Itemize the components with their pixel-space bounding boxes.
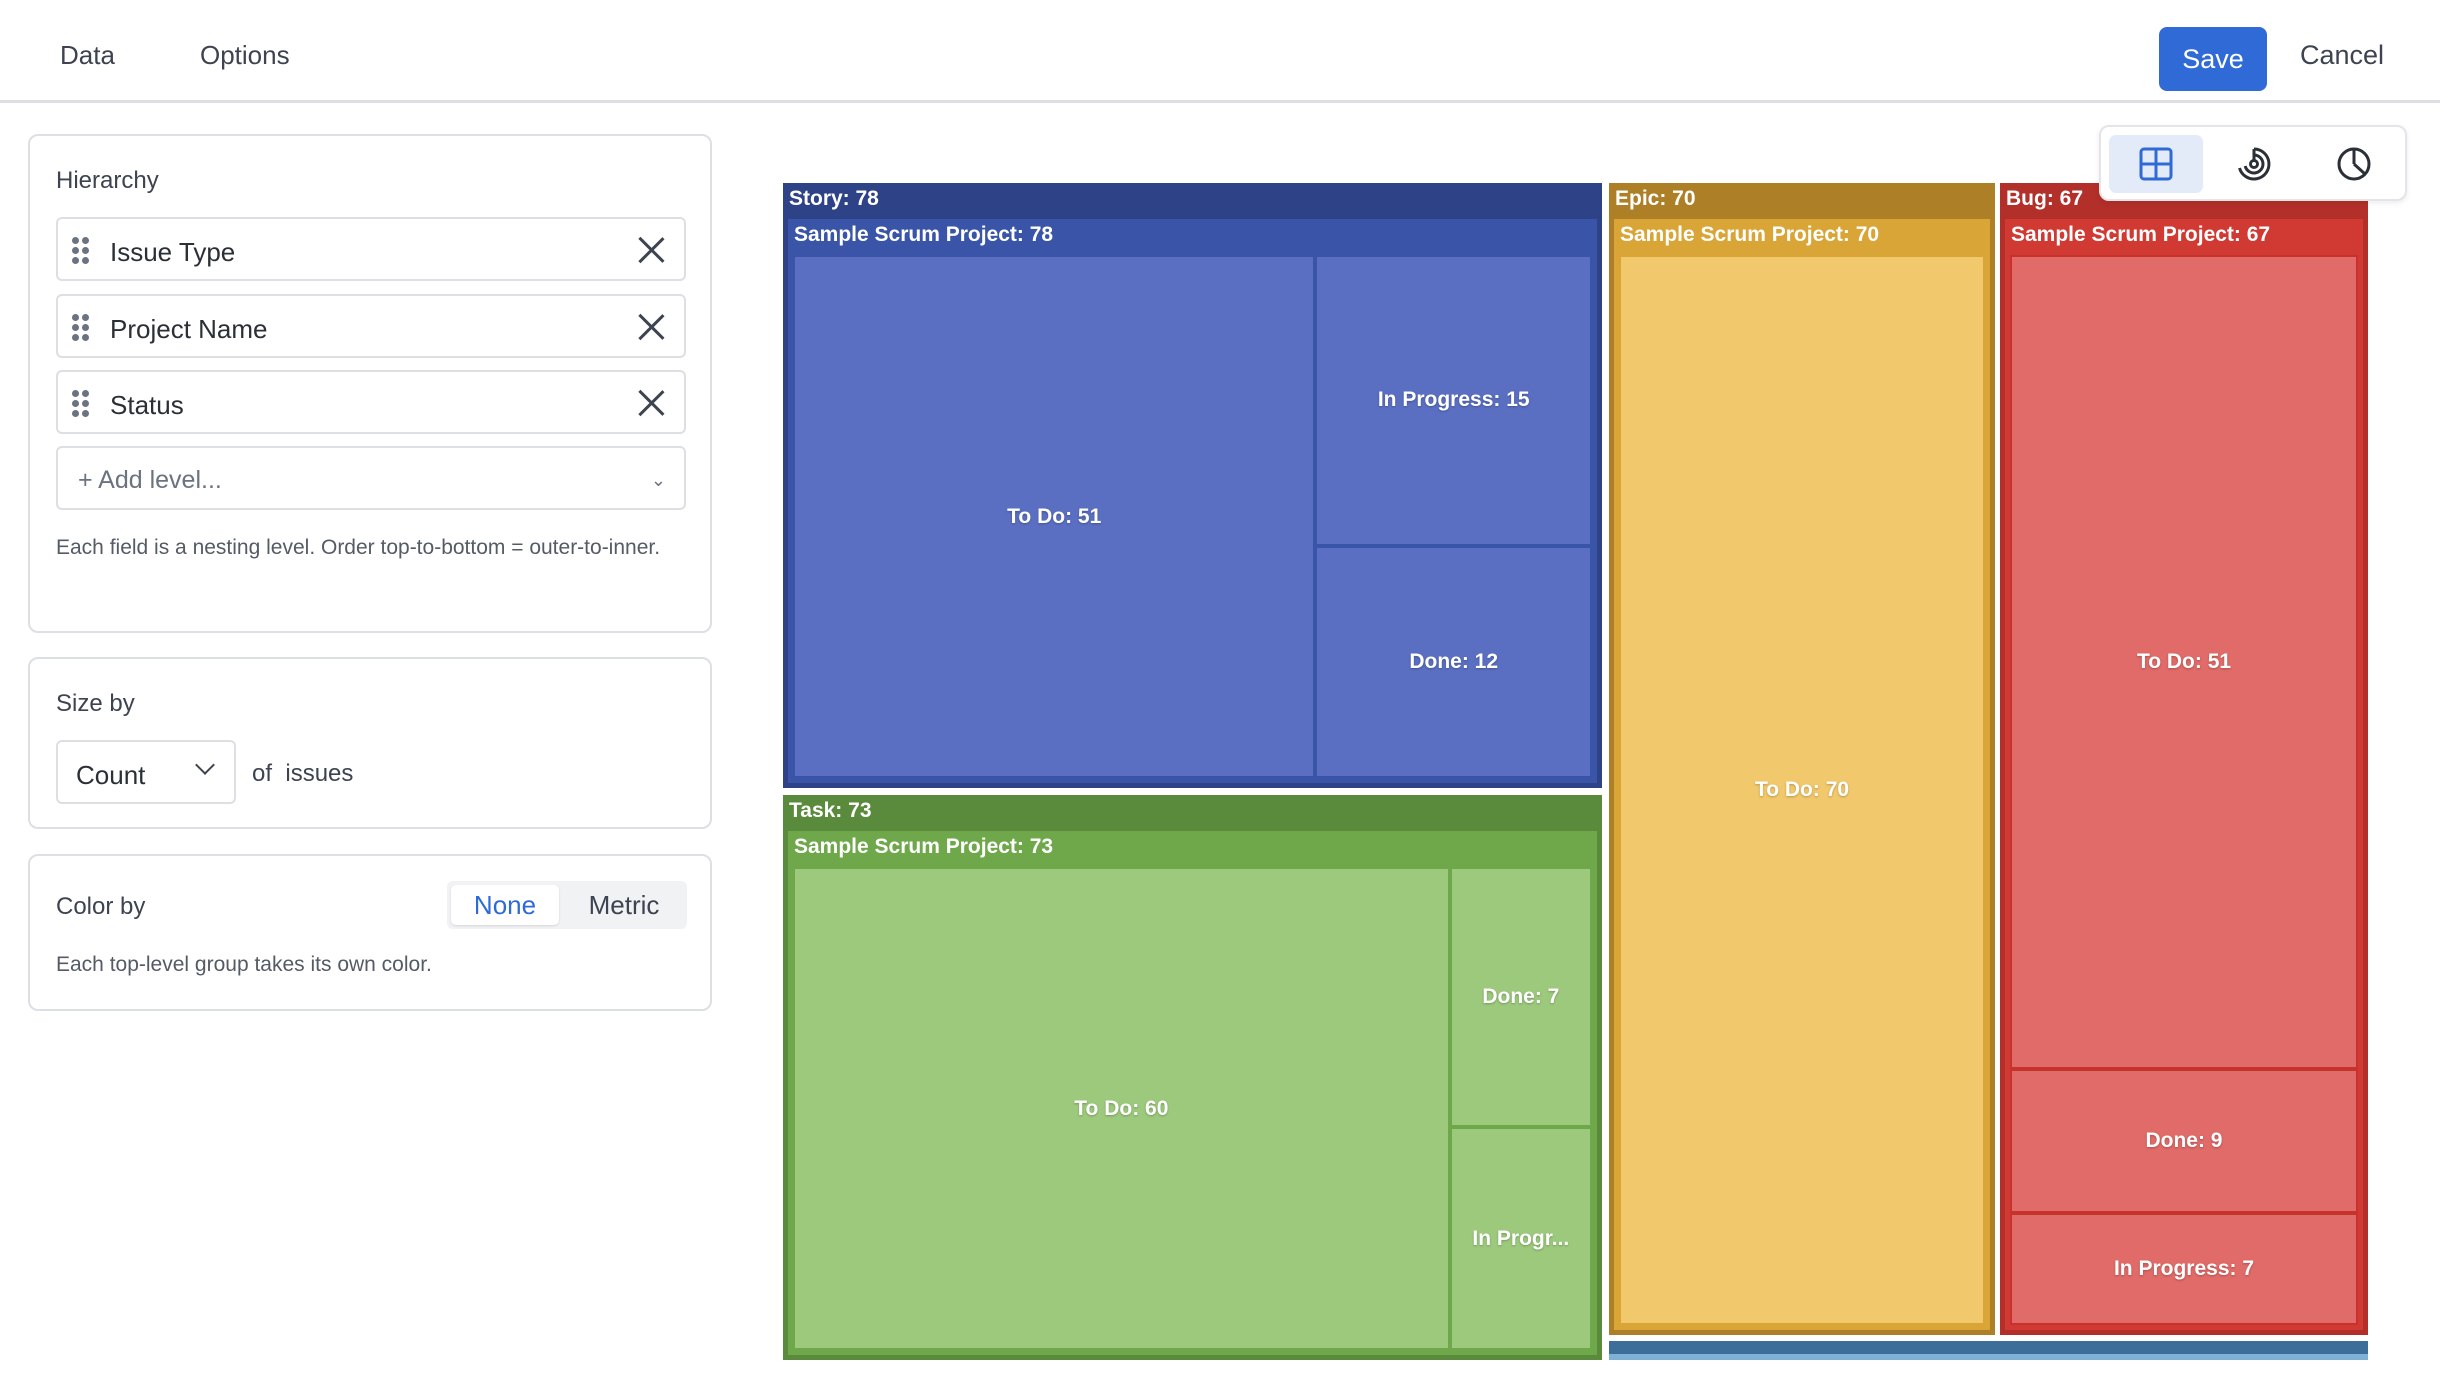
color-by-metric-button[interactable]: Metric xyxy=(565,885,683,925)
hierarchy-level-project-name[interactable]: Project Name xyxy=(56,294,686,358)
hierarchy-level-status[interactable]: Status xyxy=(56,370,686,434)
size-by-title: Size by xyxy=(56,690,135,717)
treemap-icon xyxy=(2139,147,2173,181)
treemap-leaf[interactable]: To Do: 51 xyxy=(793,255,1316,778)
sunburst-view-button[interactable] xyxy=(2207,135,2301,193)
treemap-leaf-label: Done: 12 xyxy=(1409,649,1499,673)
save-button[interactable]: Save xyxy=(2159,27,2267,91)
hierarchy-help-text: Each field is a nesting level. Order top… xyxy=(56,536,661,559)
chevron-down-icon: ⌄ xyxy=(650,470,666,490)
color-by-toggle: None Metric xyxy=(447,881,687,929)
treemap-group-label: Epic: 70 xyxy=(1615,187,1696,210)
treemap-leaf-label: To Do: 51 xyxy=(1007,504,1102,528)
hierarchy-level-label: Status xyxy=(110,390,184,420)
color-by-panel: Color by None Metric Each top-level grou… xyxy=(28,854,712,1011)
cancel-button[interactable]: Cancel xyxy=(2300,40,2384,71)
treemap-leaf[interactable]: Done: 12 xyxy=(1315,545,1592,778)
treemap-leaf-label: In Progress: 15 xyxy=(1377,388,1530,412)
color-by-title: Color by xyxy=(56,893,146,920)
treemap-leaf[interactable]: Done: 7 xyxy=(1449,867,1592,1128)
treemap-leaf[interactable]: To Do: 60 xyxy=(793,867,1450,1350)
add-level-select[interactable]: + Add level... ⌄ xyxy=(56,446,686,510)
hierarchy-level-label: Issue Type xyxy=(110,237,236,267)
treemap-group-label: Bug: 67 xyxy=(2006,187,2084,210)
chevron-down-icon xyxy=(195,755,215,775)
size-by-select[interactable]: Count xyxy=(56,740,236,804)
treemap-group-label: Task: 73 xyxy=(789,799,872,822)
tab-options[interactable]: Options xyxy=(200,40,290,71)
treemap-leaf-label: Done: 7 xyxy=(1482,985,1560,1009)
color-by-none-button[interactable]: None xyxy=(451,885,559,925)
sunburst-icon xyxy=(2238,147,2271,181)
size-by-selected: Count xyxy=(76,760,146,790)
size-by-panel: Size by Count of issues xyxy=(28,657,712,829)
hierarchy-level-label: Project Name xyxy=(110,314,268,344)
color-by-help-text: Each top-level group takes its own color… xyxy=(56,953,432,976)
remove-level-icon[interactable] xyxy=(636,388,666,418)
treemap-group-partial[interactable] xyxy=(1609,1341,2368,1360)
treemap-leaf[interactable]: In Progress: 15 xyxy=(1315,255,1592,546)
treemap-leaf[interactable]: To Do: 70 xyxy=(1619,255,1985,1325)
size-by-unit: of issues xyxy=(252,760,353,788)
treemap-leaf-label: In Progr... xyxy=(1472,1226,1570,1250)
add-level-placeholder: + Add level... xyxy=(78,466,222,494)
pie-icon xyxy=(2337,147,2371,181)
remove-level-icon[interactable] xyxy=(636,235,666,265)
treemap-leaf[interactable]: Done: 9 xyxy=(2010,1069,2358,1214)
treemap-project-label: Sample Scrum Project: 78 xyxy=(794,223,1054,246)
tab-data[interactable]: Data xyxy=(60,40,115,71)
treemap-project-label: Sample Scrum Project: 70 xyxy=(1620,223,1880,246)
treemap-leaf-label: To Do: 70 xyxy=(1754,778,1850,801)
treemap-project-label: Sample Scrum Project: 67 xyxy=(2011,223,2271,246)
treemap-leaf[interactable]: To Do: 51 xyxy=(2010,255,2358,1070)
treemap-leaf-label: To Do: 60 xyxy=(1074,1096,1169,1120)
treemap-leaf-label: Done: 9 xyxy=(2145,1129,2223,1153)
treemap-leaf-label: To Do: 51 xyxy=(2136,650,2232,674)
drag-handle-icon[interactable] xyxy=(72,390,90,418)
treemap-view-button[interactable] xyxy=(2109,135,2203,193)
hierarchy-level-issue-type[interactable]: Issue Type xyxy=(56,217,686,281)
treemap-group-label: Story: 78 xyxy=(789,187,879,210)
treemap-leaf-label: In Progress: 7 xyxy=(2113,1257,2255,1281)
top-bar: Data Options Save Cancel xyxy=(0,0,2440,103)
drag-handle-icon[interactable] xyxy=(72,237,90,265)
pie-view-button[interactable] xyxy=(2307,135,2401,193)
chart-type-toggle xyxy=(2099,125,2407,201)
drag-handle-icon[interactable] xyxy=(72,314,90,342)
treemap-leaf[interactable]: In Progress: 7 xyxy=(2010,1213,2358,1325)
treemap-leaf[interactable]: In Progr... xyxy=(1449,1127,1592,1350)
treemap-project-label: Sample Scrum Project: 73 xyxy=(794,835,1054,858)
unit-label: issues xyxy=(285,760,354,787)
of-label: of xyxy=(252,760,273,787)
hierarchy-title: Hierarchy xyxy=(56,167,159,194)
hierarchy-panel: Hierarchy Issue Type Project Name Status… xyxy=(28,134,712,633)
remove-level-icon[interactable] xyxy=(636,312,666,342)
